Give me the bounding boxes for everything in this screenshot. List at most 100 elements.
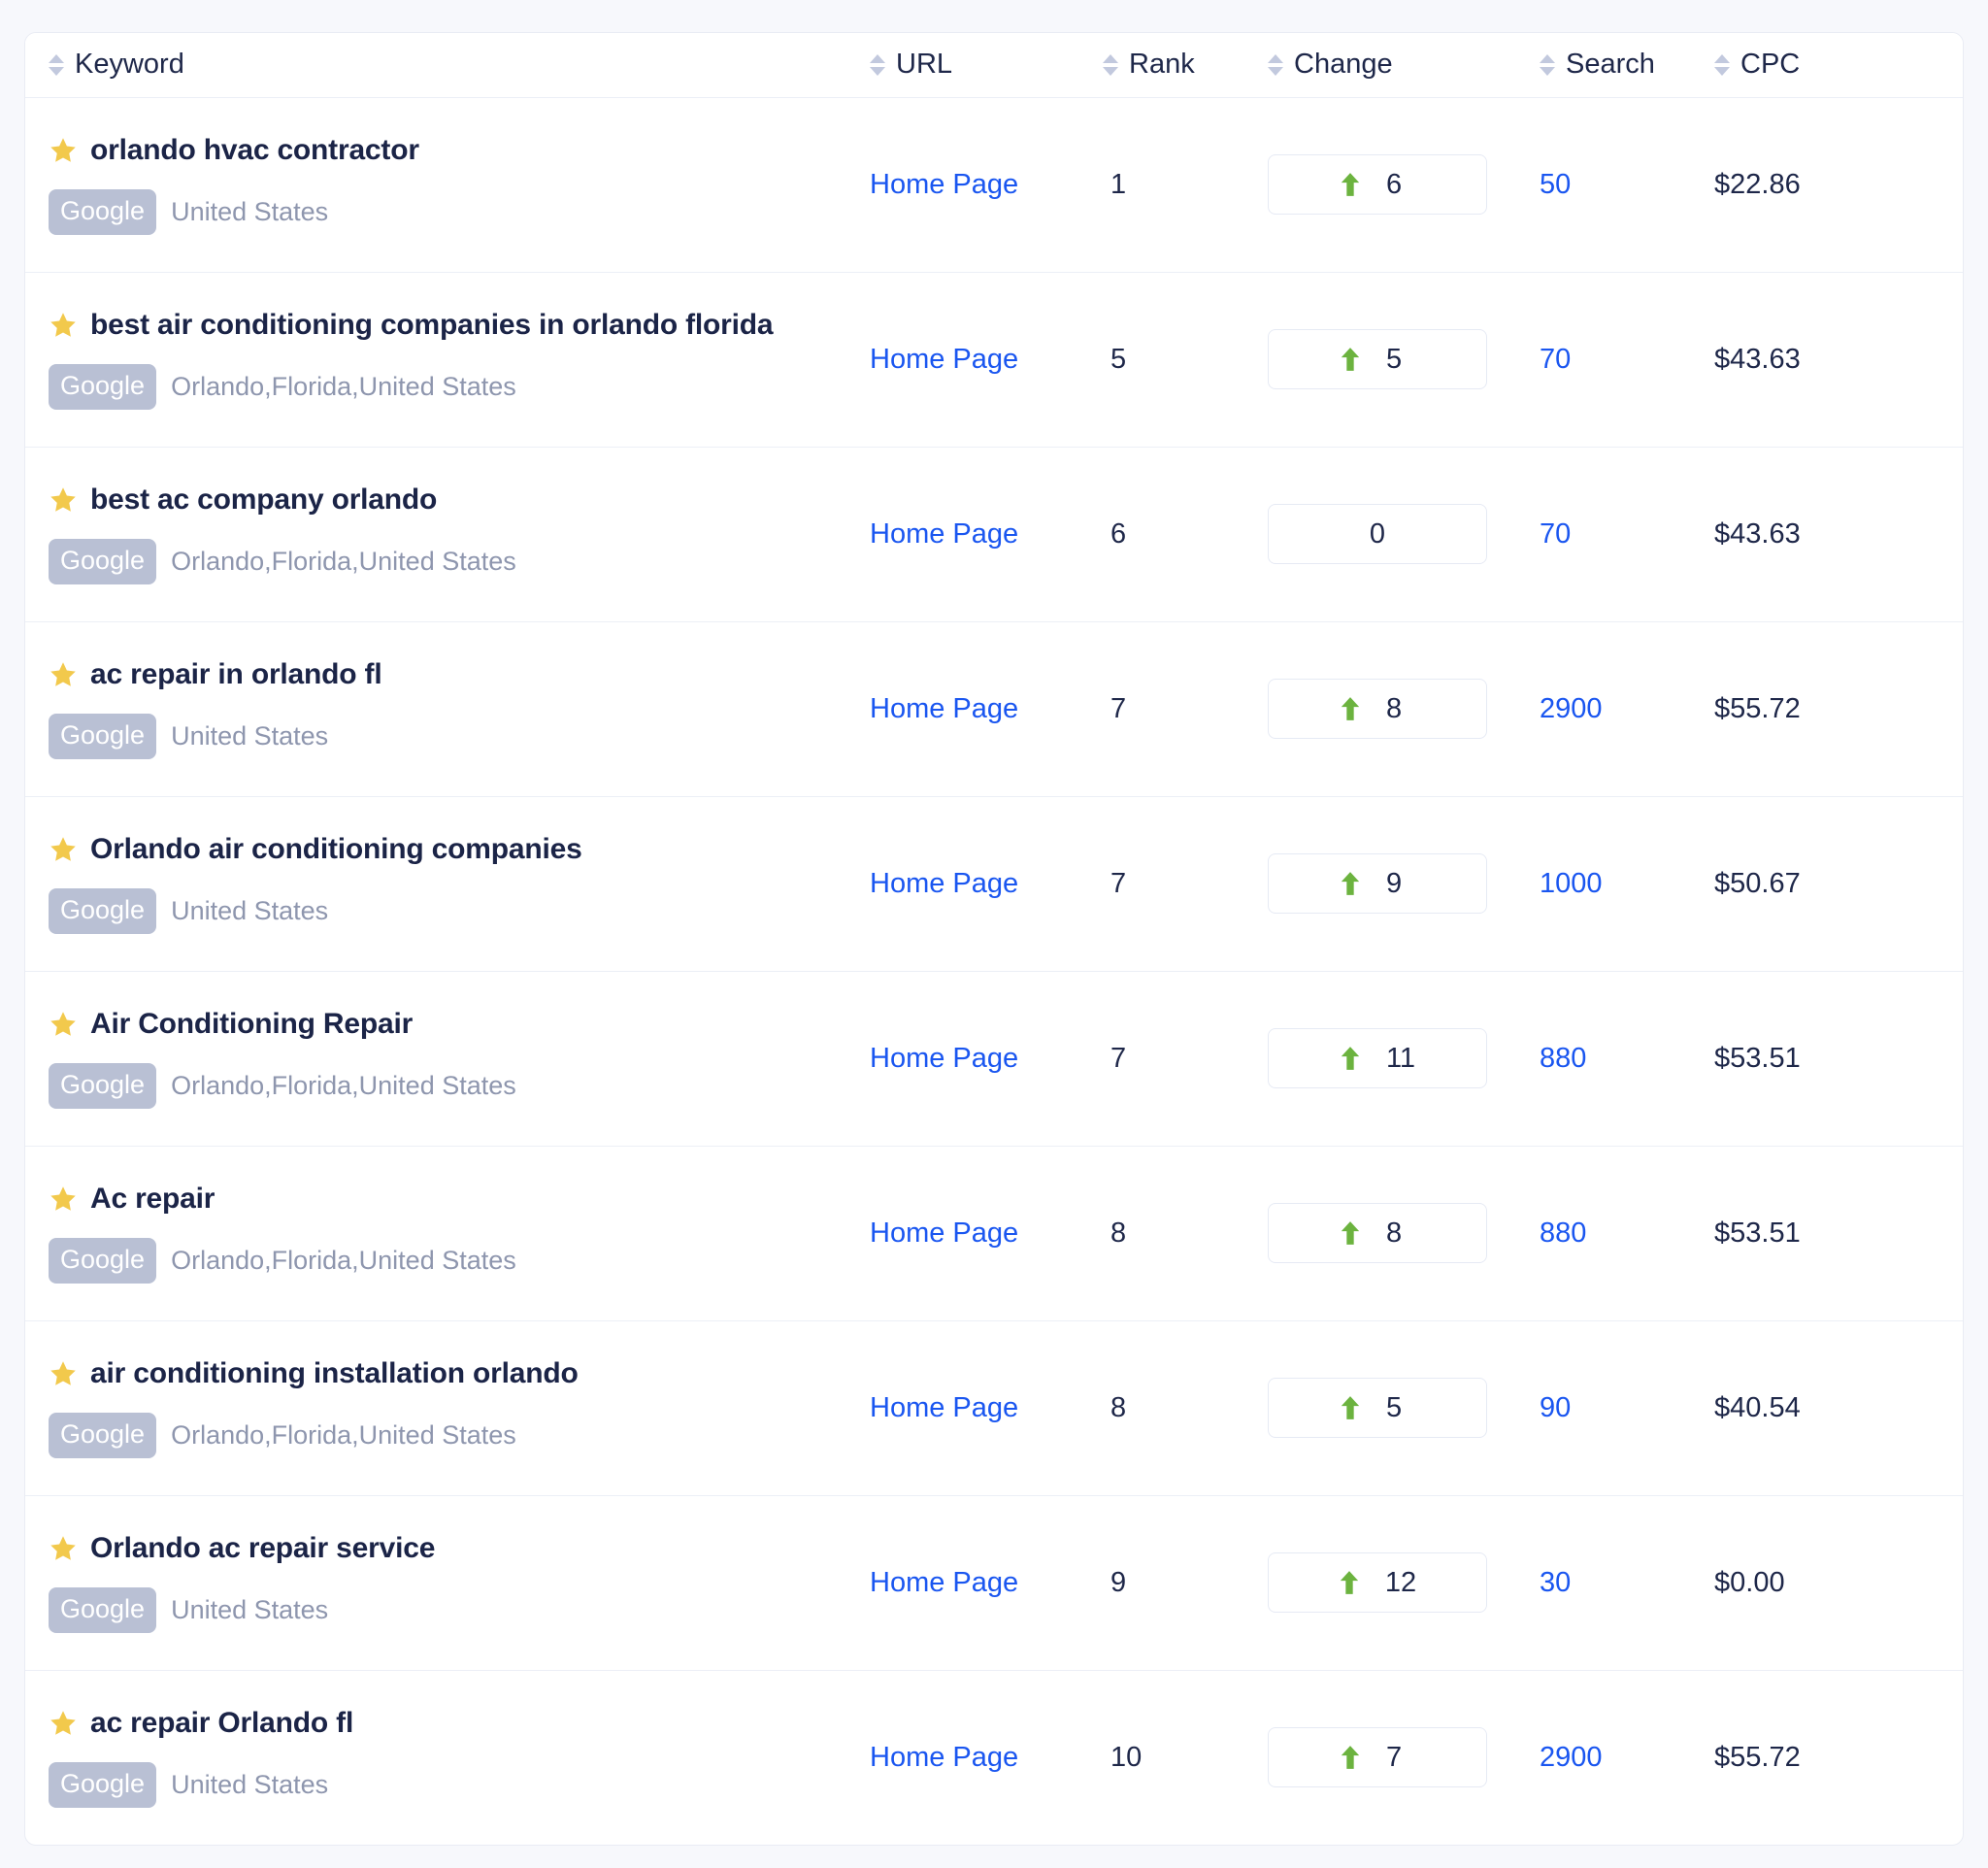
- search-volume-cell: 70: [1540, 272, 1714, 448]
- search-volume-value[interactable]: 1000: [1540, 868, 1603, 899]
- column-header-change[interactable]: Change: [1268, 33, 1540, 98]
- cpc-cell: $53.51: [1714, 1146, 1963, 1321]
- change-indicator: 8: [1268, 1203, 1487, 1263]
- cpc-value: $53.51: [1714, 1042, 1801, 1074]
- keyword-title-line: Orlando air conditioning companies: [49, 833, 860, 865]
- location-text: United States: [171, 197, 329, 226]
- sort-ascending-arrow-icon: [1540, 53, 1555, 63]
- change-value: 8: [1386, 1217, 1403, 1249]
- url-link[interactable]: Home Page: [870, 1043, 1018, 1074]
- keyword-text: orlando hvac contractor: [90, 134, 419, 166]
- header-row: Keyword URL Rank Change Search CPC: [25, 33, 1963, 98]
- star-icon[interactable]: [49, 835, 78, 864]
- star-icon[interactable]: [49, 1709, 78, 1738]
- url-link[interactable]: Home Page: [870, 518, 1018, 550]
- star-icon[interactable]: [49, 1184, 78, 1214]
- rank-value: 8: [1110, 1217, 1127, 1249]
- rank-cell: 7: [1103, 971, 1268, 1147]
- location-text: United States: [171, 721, 329, 751]
- search-volume-value[interactable]: 2900: [1540, 693, 1603, 724]
- change-value: 11: [1385, 1042, 1416, 1074]
- star-icon[interactable]: [49, 1010, 78, 1039]
- star-icon[interactable]: [49, 485, 78, 515]
- star-icon[interactable]: [49, 1534, 78, 1563]
- url-link[interactable]: Home Page: [870, 868, 1018, 899]
- star-icon[interactable]: [49, 660, 78, 689]
- location-text: United States: [171, 896, 329, 925]
- table-row[interactable]: best air conditioning companies in orlan…: [25, 272, 1963, 448]
- star-icon[interactable]: [49, 136, 78, 165]
- star-icon[interactable]: [49, 1359, 78, 1388]
- url-cell: Home Page: [870, 272, 1103, 448]
- keyword-title-line: best air conditioning companies in orlan…: [49, 309, 860, 341]
- keyword-text: Ac repair: [90, 1183, 215, 1215]
- url-link[interactable]: Home Page: [870, 1742, 1018, 1773]
- table-row[interactable]: Orlando ac repair service Google United St…: [25, 1495, 1963, 1671]
- column-header-keyword[interactable]: Keyword: [25, 33, 870, 98]
- change-indicator: 0: [1268, 504, 1487, 564]
- column-header-label-keyword: Keyword: [75, 49, 184, 81]
- table-row[interactable]: Ac repair Google Orlando,Florida,United St…: [25, 1146, 1963, 1321]
- keyword-title-line: air conditioning installation orlando: [49, 1357, 860, 1389]
- change-cell: 5: [1268, 272, 1540, 448]
- location-text: Orlando,Florida,United States: [171, 1420, 516, 1450]
- keyword-title-line: best ac company orlando: [49, 484, 860, 516]
- url-cell: Home Page: [870, 97, 1103, 273]
- sort-updown-icon[interactable]: [1268, 53, 1283, 76]
- url-link[interactable]: Home Page: [870, 344, 1018, 375]
- sort-updown-icon[interactable]: [870, 53, 885, 76]
- url-link[interactable]: Home Page: [870, 1567, 1018, 1598]
- change-cell: 0: [1268, 447, 1540, 622]
- change-indicator: 8: [1268, 679, 1487, 739]
- column-header-rank[interactable]: Rank: [1103, 33, 1268, 98]
- search-volume-value[interactable]: 70: [1540, 344, 1571, 375]
- star-icon[interactable]: [49, 311, 78, 340]
- table-row[interactable]: Orlando air conditioning companies Google…: [25, 796, 1963, 972]
- arrow-up-icon: [1341, 1047, 1360, 1070]
- column-header-label-cpc: CPC: [1740, 49, 1801, 81]
- rank-cell: 10: [1103, 1670, 1268, 1845]
- search-volume-value[interactable]: 90: [1540, 1392, 1571, 1423]
- table-row[interactable]: orlando hvac contractor Google United Stat…: [25, 97, 1963, 273]
- search-volume-value[interactable]: 880: [1540, 1218, 1586, 1249]
- column-header-url[interactable]: URL: [870, 33, 1103, 98]
- cpc-cell: $43.63: [1714, 447, 1963, 622]
- sort-updown-icon[interactable]: [1714, 53, 1730, 76]
- table-row[interactable]: air conditioning installation orlando Goo…: [25, 1320, 1963, 1496]
- url-cell: Home Page: [870, 1320, 1103, 1496]
- search-volume-value[interactable]: 70: [1540, 518, 1571, 550]
- keyword-meta-line: Google United States: [49, 189, 860, 235]
- search-engine-badge: Google: [49, 1762, 157, 1809]
- rank-value: 5: [1110, 343, 1127, 375]
- sort-updown-icon[interactable]: [1540, 53, 1555, 76]
- keyword-text: best ac company orlando: [90, 484, 438, 516]
- keyword-meta-line: Google United States: [49, 714, 860, 759]
- rank-value: 7: [1110, 867, 1127, 899]
- url-link[interactable]: Home Page: [870, 169, 1018, 200]
- keyword-text: air conditioning installation orlando: [90, 1357, 579, 1389]
- table-row[interactable]: Air Conditioning Repair Google Orlando,Flo…: [25, 971, 1963, 1147]
- keyword-title-line: ac repair Orlando fl: [49, 1707, 860, 1739]
- search-engine-badge: Google: [49, 189, 157, 235]
- search-volume-value[interactable]: 880: [1540, 1043, 1586, 1074]
- cpc-cell: $55.72: [1714, 621, 1963, 797]
- keyword-text: Air Conditioning Repair: [90, 1008, 414, 1040]
- search-volume-value[interactable]: 50: [1540, 169, 1571, 200]
- sort-updown-icon[interactable]: [49, 53, 64, 76]
- arrow-up-icon: [1341, 697, 1360, 720]
- url-link[interactable]: Home Page: [870, 1392, 1018, 1423]
- sort-updown-icon[interactable]: [1103, 53, 1118, 76]
- column-header-search[interactable]: Search: [1540, 33, 1714, 98]
- url-link[interactable]: Home Page: [870, 693, 1018, 724]
- table-row[interactable]: best ac company orlando Google Orlando,Flo…: [25, 447, 1963, 622]
- url-link[interactable]: Home Page: [870, 1218, 1018, 1249]
- table-row[interactable]: ac repair in orlando fl Google United Stat…: [25, 621, 1963, 797]
- keyword-meta-line: Google United States: [49, 1587, 860, 1633]
- table-row[interactable]: ac repair Orlando fl Google United States H…: [25, 1670, 1963, 1845]
- search-volume-cell: 90: [1540, 1320, 1714, 1496]
- rank-value: 1: [1110, 168, 1127, 200]
- column-header-cpc[interactable]: CPC: [1714, 33, 1963, 98]
- search-volume-value[interactable]: 30: [1540, 1567, 1571, 1598]
- change-cell: 12: [1268, 1495, 1540, 1671]
- search-volume-value[interactable]: 2900: [1540, 1742, 1603, 1773]
